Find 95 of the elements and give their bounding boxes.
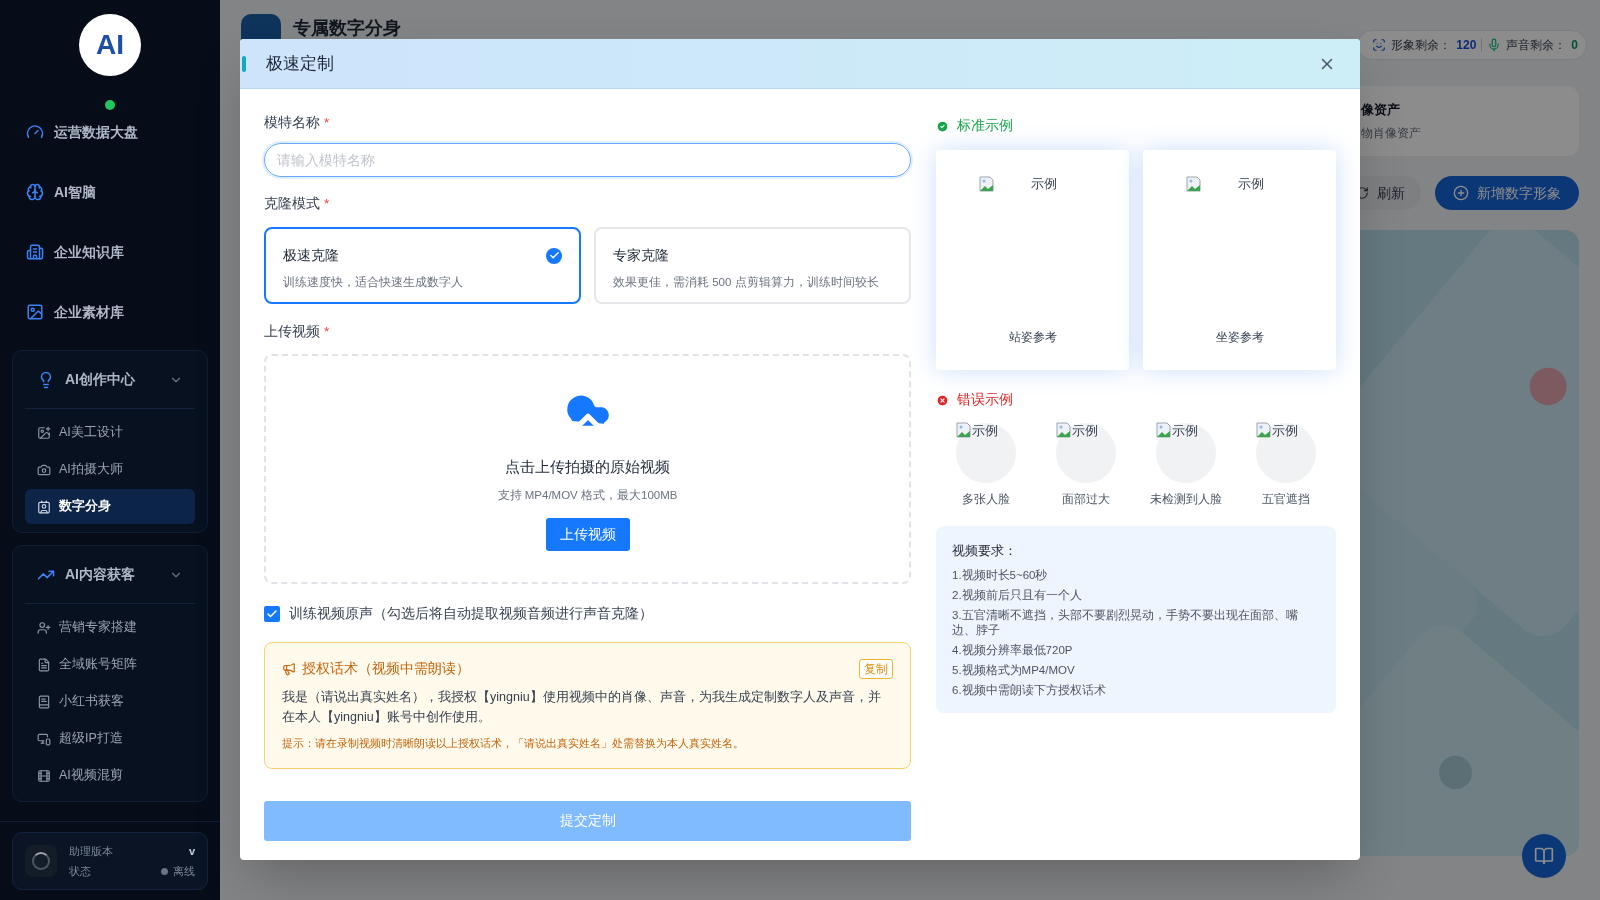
upload-video-button[interactable]: 上传视频	[545, 518, 630, 552]
status-value: 离线	[173, 864, 195, 879]
subitem-icon	[37, 768, 51, 783]
option-title: 专家克隆	[613, 246, 670, 265]
guide-button[interactable]	[1522, 834, 1566, 878]
sidebar-item[interactable]: 企业知识库	[12, 222, 208, 282]
required-mark: *	[324, 114, 330, 132]
image-alt-text: 示例	[1172, 421, 1198, 440]
subitem-icon	[37, 731, 51, 746]
quota-value: 120	[1456, 37, 1477, 54]
example-caption: 坐姿参考	[1215, 330, 1264, 345]
authorization-title: 授权话术（视频中需朗读）	[302, 660, 470, 678]
asset-subtitle: 物肖像资产	[1361, 124, 1422, 142]
section-title: 标准示例	[957, 117, 1013, 135]
example-caption: 面部过大	[1062, 491, 1110, 507]
example-caption: 站姿参考	[1008, 330, 1057, 345]
quota-label: 形象剩余：	[1391, 37, 1452, 54]
checkbox[interactable]	[264, 605, 280, 622]
requirement-item: 6.视频中需朗读下方授权话术	[952, 683, 1107, 699]
subitem-icon	[37, 657, 51, 672]
requirement-item: 2.视频前后只且有一个人	[952, 588, 1083, 604]
megaphone-icon	[282, 662, 296, 677]
subitem-icon	[37, 499, 51, 514]
sidebar-item[interactable]: 企业素材库	[12, 282, 208, 342]
example-caption: 五官遮挡	[1262, 491, 1310, 507]
sidebar-item-icon	[26, 183, 44, 201]
sidebar-subitem[interactable]: AI拍摄大师	[25, 452, 195, 487]
upload-title: 点击上传拍摄的原始视频	[505, 457, 670, 478]
upload-dropzone[interactable]: 点击上传拍摄的原始视频 支持 MP4/MOV 格式，最大100MB 上传视频	[264, 353, 911, 584]
option-title: 极速克隆	[283, 246, 340, 265]
subitem-icon	[37, 620, 51, 635]
field-label: 模特名称	[264, 114, 320, 132]
book-icon	[1534, 846, 1554, 866]
sidebar-item-icon	[26, 303, 44, 321]
image-alt-text: 示例	[972, 421, 998, 440]
sidebar-item[interactable]: AI智脑	[12, 162, 208, 222]
face-icon	[1372, 38, 1387, 52]
requirement-item: 4.视频分辨率最低720P	[952, 643, 1074, 659]
upload-hint: 支持 MP4/MOV 格式，最大100MB	[497, 487, 678, 503]
status-label: 状态	[69, 864, 91, 879]
asset-title: 像资产	[1361, 101, 1401, 120]
subitem-icon	[37, 425, 51, 440]
image-alt-text: 示例	[1072, 421, 1098, 440]
section-title: 错误示例	[957, 391, 1013, 410]
version-value: v	[188, 843, 195, 859]
microphone-icon	[1487, 38, 1502, 52]
checkbox-label: 训练视频原声（勾选后将自动提取视频音频进行声音克隆）	[289, 604, 653, 623]
sidebar-subitem[interactable]: 超级IP打造	[25, 721, 195, 756]
image-alt-text: 示例	[1237, 175, 1264, 194]
field-label: 上传视频	[264, 322, 320, 341]
image-alt-text: 示例	[1030, 175, 1057, 194]
dialog-title: 极速定制	[266, 52, 335, 75]
quota-label: 声音剩余：	[1506, 37, 1567, 54]
logo-avatar: AI	[79, 14, 141, 76]
add-avatar-button[interactable]: 新增数字形象	[1435, 176, 1579, 210]
sidebar-subitem[interactable]: 数字分身	[25, 489, 195, 524]
sidebar-group-header[interactable]: AI内容获客	[25, 546, 195, 604]
example-caption: 未检测到人脸	[1150, 491, 1222, 507]
image-alt-text: 示例	[1272, 421, 1298, 440]
sidebar-subitem[interactable]: 小红书获客	[25, 684, 195, 719]
sidebar-subitem[interactable]: AI视频混剪	[25, 758, 195, 793]
requirements-title: 视频要求：	[952, 541, 1018, 560]
clone-mode-option[interactable]: 专家克隆 效果更佳，需消耗 500 点剪辑算力，训练时间较长	[594, 226, 911, 304]
option-description: 训练速度快，适合快速生成数字人	[283, 274, 463, 290]
subitem-icon	[37, 462, 51, 477]
model-name-field[interactable]: 请输入模特名称	[264, 143, 911, 178]
broken-image-icon	[1185, 176, 1202, 192]
page-title: 专属数字分身	[293, 18, 401, 38]
required-mark: *	[324, 195, 330, 214]
authorization-text: 我是（请说出真实姓名），我授权【yingniu】使用视频中的肖像、声音，为我生成定制数字人及声音，并在本人【yingniu】账号中创作使用。	[282, 689, 882, 727]
version-label: 助理版本	[69, 843, 113, 859]
quota-value: 0	[1571, 37, 1578, 54]
required-mark: *	[324, 322, 330, 341]
loading-icon	[25, 845, 57, 877]
success-icon	[936, 119, 949, 133]
broken-image-icon	[978, 176, 995, 192]
sidebar-subitem[interactable]: 营销专家搭建	[25, 610, 195, 645]
sidebar-item-icon	[26, 123, 44, 141]
subitem-icon	[37, 694, 51, 709]
example-caption: 多张人脸	[962, 491, 1010, 507]
requirement-item: 1.视频时长5~60秒	[952, 568, 1049, 584]
requirement-item: 5.视频格式为MP4/MOV	[952, 663, 1076, 679]
sidebar-subitem[interactable]: 全域账号矩阵	[25, 647, 195, 682]
sidebar-subitem[interactable]: AI美工设计	[25, 415, 195, 450]
error-icon	[936, 393, 949, 407]
clone-mode-option[interactable]: 极速克隆 训练速度快，适合快速生成数字人	[264, 226, 581, 304]
sidebar-item[interactable]: 运营数据大盘	[12, 102, 208, 162]
authorization-tip: 提示：请在录制视频时清晰朗读以上授权话术，「请说出真实姓名」处需替换为本人真实姓名。	[282, 736, 745, 752]
option-description: 效果更佳，需消耗 500 点剪辑算力，训练时间较长	[613, 274, 879, 290]
sidebar-item-icon	[26, 243, 44, 261]
plus-icon	[1453, 185, 1469, 201]
sidebar-group-header[interactable]: AI创作中心	[25, 351, 195, 409]
checkmark-icon	[266, 607, 278, 620]
field-label: 克隆模式	[264, 195, 320, 214]
requirement-item: 3.五官清晰不遮挡，头部不要剧烈晃动，手势不要出现在面部、嘴边、脖子	[952, 608, 1299, 639]
